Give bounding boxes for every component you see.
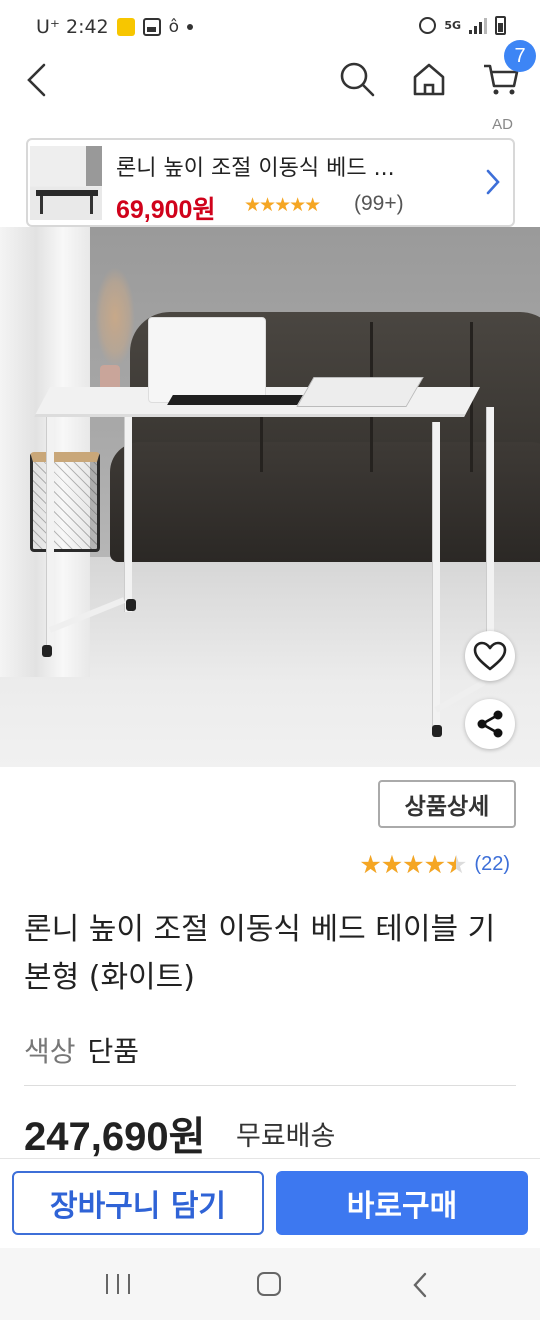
product-title: 론니 높이 조절 이동식 베드 테이블 기본형 (화이트) <box>24 912 496 995</box>
back-nav-icon[interactable] <box>412 1272 428 1298</box>
buy-now-button[interactable]: 바로구매 <box>276 1171 528 1235</box>
recent-apps-icon[interactable] <box>106 1274 130 1294</box>
more-notifications-icon <box>187 24 194 30</box>
top-app-bar: 7 <box>0 40 540 114</box>
heart-icon <box>473 641 507 671</box>
signal-icon <box>469 17 487 34</box>
search-button[interactable] <box>336 58 378 100</box>
network-label: 5G <box>444 18 461 32</box>
back-button[interactable] <box>18 60 54 100</box>
search-icon <box>340 62 375 97</box>
status-left: U⁺ 2:42 ô <box>36 16 194 38</box>
ad-title: 론니 높이 조절 이동식 베드 ... <box>116 156 395 181</box>
alarm-icon <box>419 17 437 34</box>
cart-count-badge: 7 <box>504 40 536 72</box>
weather-icon <box>116 18 135 36</box>
divider <box>24 1085 516 1086</box>
rating-stars: ★★★★★ ★★★★★ <box>359 850 467 879</box>
ad-stars: ★★★★★ <box>244 194 321 216</box>
back-icon <box>27 63 46 97</box>
option-key: 색상 <box>24 1035 76 1068</box>
share-button[interactable] <box>465 699 515 749</box>
status-bar: U⁺ 2:42 ô 5G <box>0 0 540 56</box>
product-detail-button[interactable]: 상품상세 <box>378 780 516 828</box>
home-nav-icon[interactable] <box>257 1272 281 1296</box>
gallery-icon <box>142 18 161 36</box>
product-page: U⁺ 2:42 ô 5G 7 AD 론니 높이 조절 이동식 베드 ... 69… <box>0 0 540 1320</box>
option-value: 단품 <box>87 1035 140 1068</box>
wishlist-button[interactable] <box>465 631 515 681</box>
product-option: 색상 단품 <box>24 1030 139 1070</box>
ad-banner[interactable]: 론니 높이 조절 이동식 베드 ... 69,900원 ★★★★★ (99+) <box>26 138 515 227</box>
cart-button[interactable]: 7 <box>480 40 536 100</box>
bottom-action-bar: 장바구니 담기 바로구매 <box>0 1158 540 1248</box>
carrier-time: U⁺ 2:42 <box>36 16 109 38</box>
status-right: 5G <box>419 16 506 35</box>
notification-icon: ô <box>168 17 180 37</box>
rating-count[interactable]: (22) <box>474 853 510 876</box>
home-icon <box>413 63 445 96</box>
ad-thumbnail <box>30 146 102 220</box>
shipping-label: 무료배송 <box>236 1121 336 1152</box>
ad-price: 69,900원 <box>116 196 216 224</box>
rating[interactable]: ★★★★★ ★★★★★ (22) <box>359 850 510 879</box>
ad-label: AD <box>492 116 513 133</box>
product-price: 247,690원 <box>24 1115 206 1159</box>
product-image[interactable] <box>0 227 540 767</box>
add-to-cart-button[interactable]: 장바구니 담기 <box>12 1171 264 1235</box>
battery-icon <box>495 16 506 35</box>
chevron-right-icon <box>486 169 500 195</box>
share-icon <box>477 710 503 738</box>
ad-review-count: (99+) <box>354 192 404 215</box>
system-nav-bar <box>0 1248 540 1320</box>
home-button[interactable] <box>408 58 450 100</box>
